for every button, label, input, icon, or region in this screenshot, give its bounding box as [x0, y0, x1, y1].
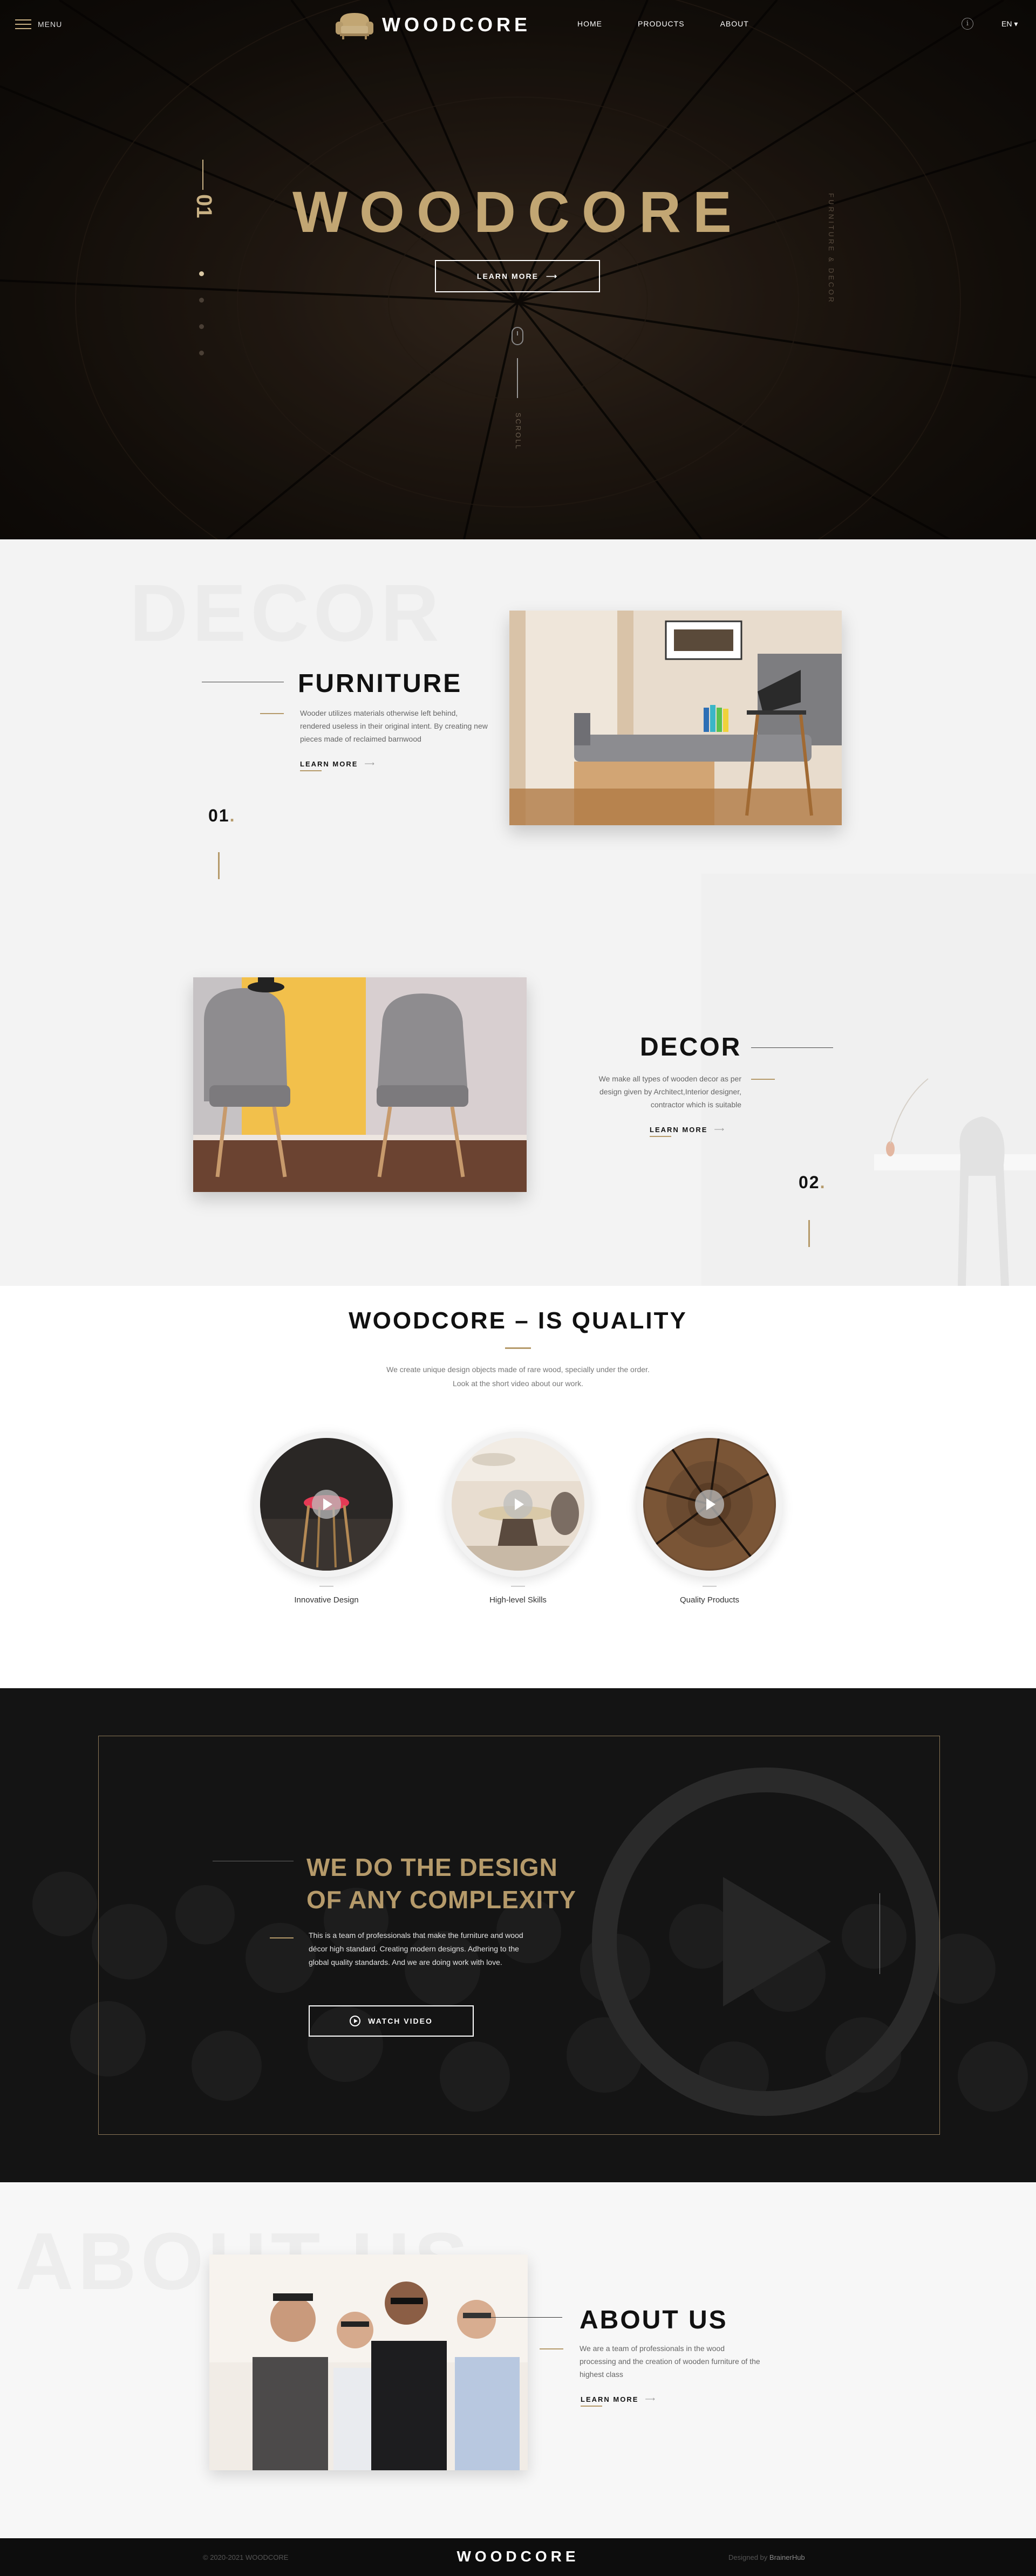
video-thumbnail-3 [643, 1438, 776, 1571]
video-thumbnail-1 [260, 1438, 393, 1571]
slide-dot[interactable] [199, 298, 204, 303]
feature-1-number: 01. [208, 806, 236, 825]
play-icon[interactable] [695, 1490, 724, 1519]
design-accent [270, 1937, 294, 1938]
quality-section: WOODCORE – IS QUALITY We create unique d… [0, 1286, 1036, 1688]
slide-dot[interactable] [199, 324, 204, 329]
feature-1-title: FURNITURE [298, 669, 462, 698]
watch-video-label: WATCH VIDEO [368, 2017, 433, 2025]
hero-side-text: FURNITURE & DECOR [827, 193, 835, 304]
feature-1-link-label: LEARN MORE [300, 759, 358, 768]
arrow-right-icon: ⟶ [714, 1125, 726, 1133]
feature-2-number-value: 02 [799, 1173, 820, 1192]
team-photo [209, 2255, 528, 2470]
about-link-label: LEARN MORE [581, 2395, 639, 2403]
nav-products[interactable]: PRODUCTS [638, 19, 685, 28]
play-icon[interactable] [503, 1490, 533, 1519]
design-title-line-2: OF ANY COMPLEXITY [306, 1886, 577, 1914]
ghost-word-decor: DECOR [130, 567, 444, 658]
quality-text-line-2: Look at the short video about our work. [452, 1379, 584, 1388]
scroll-line [517, 358, 518, 398]
quality-title: WOODCORE – IS QUALITY [349, 1307, 687, 1334]
feature-2-vline [808, 1220, 810, 1247]
watch-video-button[interactable]: WATCH VIDEO [309, 2005, 474, 2037]
play-circle-icon [350, 2016, 361, 2026]
features-section: DECOR FURNITURE Wooder utilizes material… [0, 539, 1036, 1286]
hero-button-label: LEARN MORE [476, 272, 539, 280]
logo-text: WOODCORE [382, 13, 531, 36]
video-card-1[interactable] [254, 1431, 399, 1577]
slide-dots [199, 271, 204, 377]
hero-title: WOODCORE [292, 179, 744, 244]
video-card-2[interactable] [445, 1431, 591, 1577]
feature-2-number: 02. [799, 1173, 826, 1192]
mouse-icon [512, 327, 523, 345]
play-icon[interactable] [312, 1490, 341, 1519]
feature-1-learn-more[interactable]: LEARN MORE ⟶ [300, 759, 376, 771]
footer-designer-link[interactable]: BrainerHub [769, 2553, 805, 2561]
about-text: We are a team of professionals in the wo… [580, 2344, 760, 2379]
feature-2-link-label: LEARN MORE [650, 1125, 708, 1134]
main-nav: HOME PRODUCTS ABOUT [577, 19, 749, 28]
decor-background-image [701, 874, 1036, 1286]
arrow-right-icon: ⟶ [645, 2395, 657, 2403]
nav-home[interactable]: HOME [577, 19, 602, 28]
scroll-label[interactable]: SCROLL [514, 413, 522, 450]
feature-1-vline [218, 852, 220, 879]
feature-1-text: Wooder utilizes materials otherwise left… [300, 709, 488, 743]
video-label-3: Quality Products [679, 1595, 740, 1605]
footer-designed-by: Designed by BrainerHub [728, 2553, 805, 2561]
feature-2-learn-more[interactable]: LEARN MORE ⟶ [650, 1125, 726, 1137]
menu-button[interactable]: MENU [15, 19, 62, 29]
quality-accent [505, 1347, 531, 1349]
language-selector[interactable]: EN ▾ [1001, 19, 1018, 29]
arrow-right-icon: ⟶ [364, 759, 376, 768]
video-dash-2 [511, 1586, 525, 1587]
about-title: ABOUT US [580, 2306, 728, 2334]
footer-logo[interactable]: WOODCORE [0, 2548, 1036, 2565]
hamburger-icon [15, 19, 31, 29]
nav-about[interactable]: ABOUT [720, 19, 749, 28]
video-dash-3 [703, 1586, 717, 1587]
menu-label: MENU [38, 20, 63, 29]
top-navigation: MENU WOODCORE HOME PRODUCTS ABOUT i EN ▾ [0, 0, 1036, 49]
video-label-2: High-level Skills [489, 1595, 547, 1605]
hero-learn-more-button[interactable]: LEARN MORE ⟶ [435, 260, 600, 292]
arrow-right-icon: ⟶ [546, 271, 558, 280]
armchair-logo-icon [336, 13, 373, 39]
video-dash-1 [319, 1586, 333, 1587]
video-card-3[interactable] [637, 1431, 782, 1577]
feature-1-accent [260, 713, 284, 714]
about-accent [540, 2348, 563, 2349]
footer-designed-prefix: Designed by [728, 2553, 768, 2561]
hero-section: MENU WOODCORE HOME PRODUCTS ABOUT i EN ▾… [0, 0, 1036, 539]
feature-2-line [751, 1047, 833, 1048]
chairs-photo [193, 977, 527, 1192]
feature-2-text: We make all types of wooden decor as per… [598, 1074, 741, 1109]
footer: © 2020-2021 WOODCORE WOODCORE Designed b… [0, 2538, 1036, 2576]
video-thumbnail-2 [452, 1438, 584, 1571]
slide-dot[interactable] [199, 271, 204, 276]
furniture-photo [509, 611, 842, 825]
about-learn-more[interactable]: LEARN MORE ⟶ [581, 2395, 657, 2407]
feature-1-number-value: 01 [208, 806, 230, 825]
logo[interactable]: WOODCORE [335, 10, 531, 40]
info-icon[interactable]: i [962, 18, 973, 30]
slide-dot[interactable] [199, 351, 204, 355]
design-section: WE DO THE DESIGN OF ANY COMPLEXITY This … [0, 1688, 1036, 2182]
feature-2-accent [751, 1079, 775, 1080]
design-text: This is a team of professionals that mak… [309, 1931, 523, 1967]
design-title: WE DO THE DESIGN OF ANY COMPLEXITY [306, 1851, 576, 1916]
quality-text-line-1: We create unique design objects made of … [386, 1365, 650, 1374]
design-title-line-1: WE DO THE DESIGN [306, 1853, 558, 1881]
language-label: EN [1001, 19, 1012, 28]
about-line [491, 2317, 562, 2318]
quality-text: We create unique design objects made of … [0, 1362, 1036, 1390]
feature-2-title: DECOR [640, 1033, 742, 1061]
video-label-1: Innovative Design [294, 1595, 359, 1605]
about-section: ABOUT US ABOUT US We are a team of profe… [0, 2182, 1036, 2538]
